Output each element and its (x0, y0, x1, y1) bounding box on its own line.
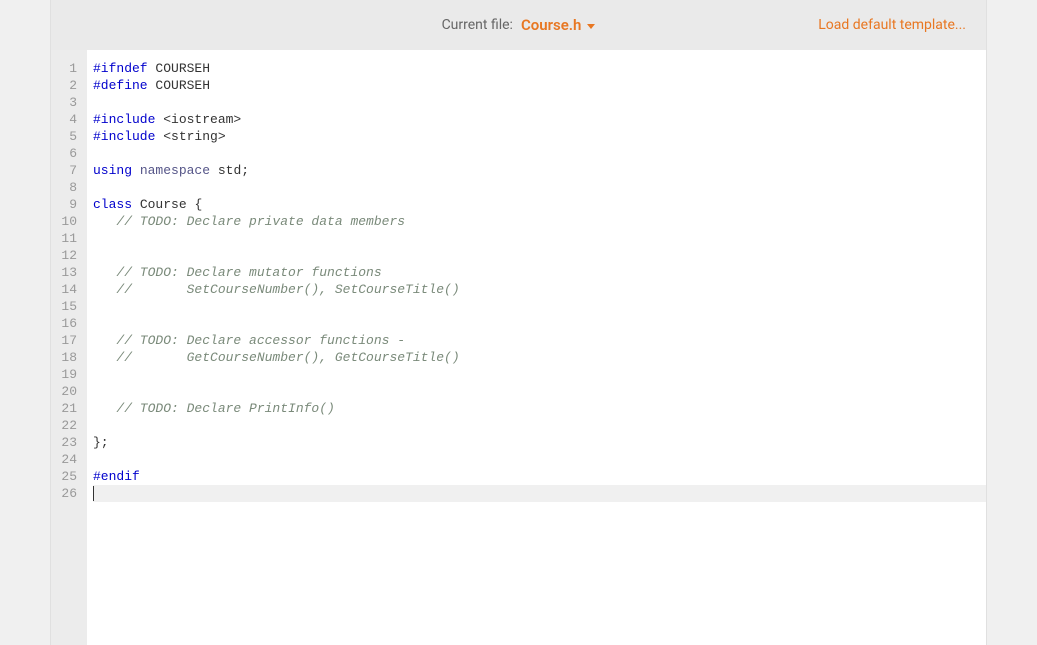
code-line[interactable]: #define COURSEH (93, 77, 986, 94)
line-number: 18 (51, 349, 81, 366)
load-default-template-link[interactable]: Load default template... (818, 17, 966, 33)
code-line[interactable] (93, 179, 986, 196)
code-line[interactable] (93, 298, 986, 315)
code-line[interactable] (93, 94, 986, 111)
code-line[interactable] (93, 315, 986, 332)
editor-container: Current file: Course.h Load default temp… (50, 0, 987, 645)
caret-down-icon (587, 24, 595, 29)
code-line[interactable]: // TODO: Declare mutator functions (93, 264, 986, 281)
line-number-gutter: 1234567891011121314151617181920212223242… (51, 50, 87, 645)
code-line[interactable]: #include <iostream> (93, 111, 986, 128)
code-line[interactable]: // TODO: Declare PrintInfo() (93, 400, 986, 417)
line-number: 16 (51, 315, 81, 332)
line-number: 15 (51, 298, 81, 315)
code-line[interactable]: #endif (93, 468, 986, 485)
line-number: 25 (51, 468, 81, 485)
code-line[interactable] (93, 230, 986, 247)
line-number: 19 (51, 366, 81, 383)
line-number: 5 (51, 128, 81, 145)
line-number: 10 (51, 213, 81, 230)
code-line[interactable]: #ifndef COURSEH (93, 60, 986, 77)
code-line[interactable] (93, 366, 986, 383)
code-line[interactable]: class Course { (93, 196, 986, 213)
code-line[interactable] (93, 451, 986, 468)
line-number: 14 (51, 281, 81, 298)
code-line[interactable]: // TODO: Declare accessor functions - (93, 332, 986, 349)
code-line[interactable]: using namespace std; (93, 162, 986, 179)
current-file-label: Current file: (442, 17, 513, 33)
code-line[interactable]: // SetCourseNumber(), SetCourseTitle() (93, 281, 986, 298)
file-header: Current file: Course.h Load default temp… (51, 0, 986, 50)
line-number: 13 (51, 264, 81, 281)
line-number: 24 (51, 451, 81, 468)
current-file-name: Course.h (521, 16, 581, 34)
line-number: 1 (51, 60, 81, 77)
line-number: 26 (51, 485, 81, 502)
line-number: 4 (51, 111, 81, 128)
line-number: 2 (51, 77, 81, 94)
code-line[interactable] (93, 247, 986, 264)
text-cursor (93, 486, 94, 501)
line-number: 11 (51, 230, 81, 247)
line-number: 7 (51, 162, 81, 179)
line-number: 23 (51, 434, 81, 451)
line-number: 17 (51, 332, 81, 349)
line-number: 12 (51, 247, 81, 264)
code-line[interactable] (93, 383, 986, 400)
code-line[interactable] (93, 417, 986, 434)
line-number: 9 (51, 196, 81, 213)
line-number: 21 (51, 400, 81, 417)
code-line[interactable]: // GetCourseNumber(), GetCourseTitle() (93, 349, 986, 366)
code-line[interactable] (93, 485, 986, 502)
line-number: 22 (51, 417, 81, 434)
code-line[interactable]: // TODO: Declare private data members (93, 213, 986, 230)
file-selector-dropdown[interactable]: Course.h (521, 16, 595, 34)
line-number: 6 (51, 145, 81, 162)
code-area[interactable]: #ifndef COURSEH#define COURSEH #include <… (87, 50, 986, 645)
code-editor[interactable]: 1234567891011121314151617181920212223242… (51, 50, 986, 645)
code-line[interactable]: }; (93, 434, 986, 451)
code-line[interactable]: #include <string> (93, 128, 986, 145)
line-number: 3 (51, 94, 81, 111)
code-line[interactable] (93, 145, 986, 162)
line-number: 8 (51, 179, 81, 196)
line-number: 20 (51, 383, 81, 400)
